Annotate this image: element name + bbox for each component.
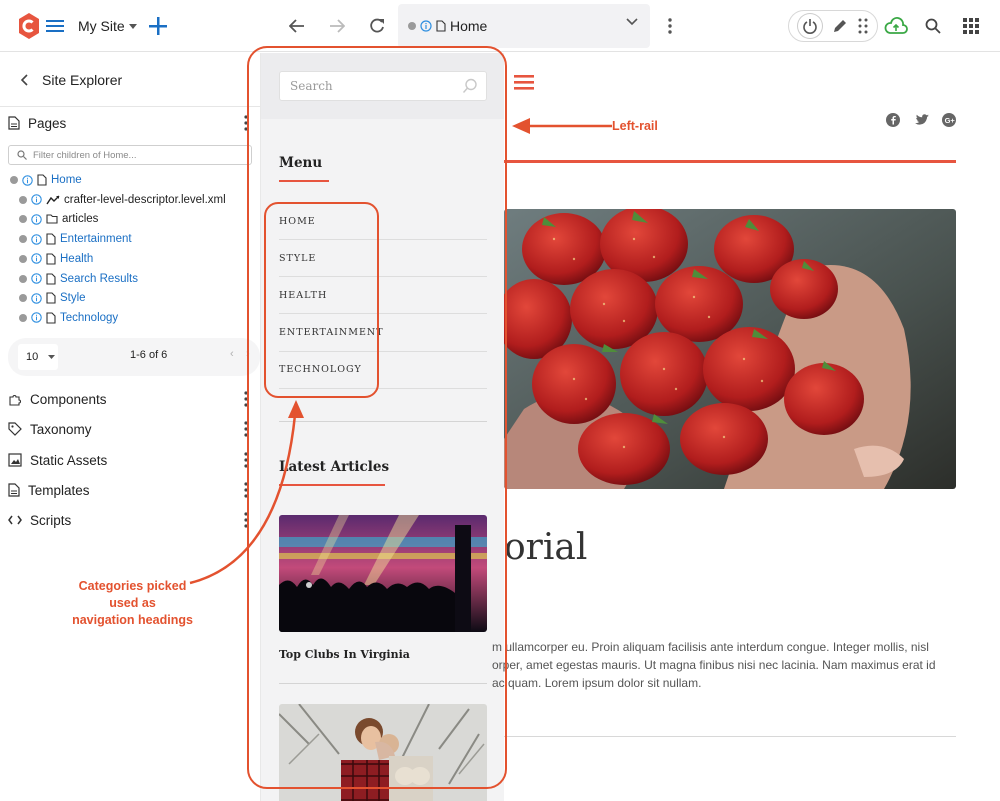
left-rail-annotation: Left-rail [612,119,658,133]
annotation-arrows [189,118,612,585]
categories-annotation: Categories picked used as navigation hea… [60,578,205,629]
annotation-line: used as [109,596,156,610]
annotation-line: Categories picked [78,579,187,593]
annotation-line: navigation headings [72,613,193,627]
